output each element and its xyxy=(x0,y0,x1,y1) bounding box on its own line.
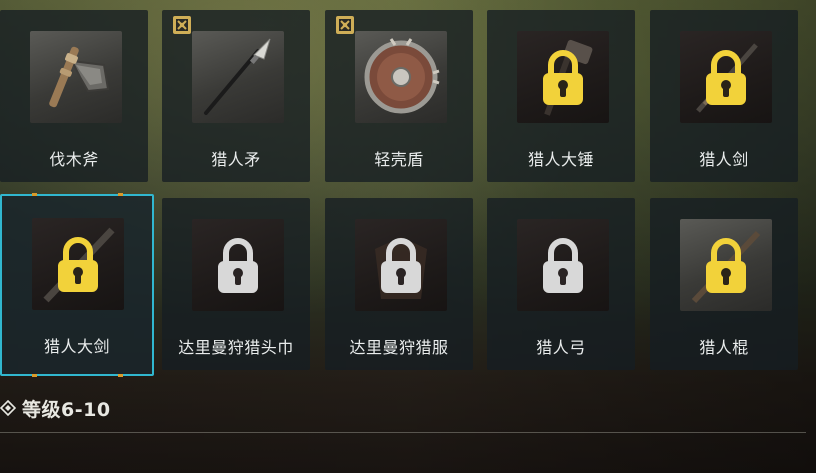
item-name: 猎人棍 xyxy=(699,338,749,357)
item-name: 达里曼狩猎头巾 xyxy=(178,338,294,357)
item-card-hunter-staff[interactable]: 猎人棍 xyxy=(650,198,798,370)
item-tile xyxy=(192,219,284,311)
item-card-hunter-sword[interactable]: 猎人剑 xyxy=(650,10,798,182)
item-tile xyxy=(517,219,609,311)
lock-icon xyxy=(381,238,421,293)
book-icon xyxy=(173,16,191,34)
item-tile xyxy=(192,31,284,123)
diamond-icon xyxy=(0,400,16,416)
item-name: 猎人大剑 xyxy=(43,337,110,356)
item-tile xyxy=(355,219,447,311)
lock-icon xyxy=(706,238,746,293)
item-card-dariman-headscarf[interactable]: 达里曼狩猎头巾 xyxy=(162,198,310,370)
lock-icon xyxy=(218,238,258,293)
item-name: 达里曼狩猎服 xyxy=(349,338,449,357)
item-tile xyxy=(355,31,447,123)
item-name: 猎人弓 xyxy=(536,338,586,357)
corner-marker xyxy=(118,193,123,196)
lock-icon xyxy=(706,50,746,105)
corner-marker xyxy=(118,374,123,377)
shield-icon xyxy=(364,38,440,114)
corner-marker xyxy=(32,193,37,196)
item-tile xyxy=(680,219,772,311)
item-card-felling-axe[interactable]: 伐木斧 xyxy=(0,10,148,182)
item-name: 伐木斧 xyxy=(49,150,99,169)
item-tile xyxy=(32,218,124,310)
item-card-dariman-hunting-clothes[interactable]: 达里曼狩猎服 xyxy=(325,198,473,370)
item-tile xyxy=(30,31,122,123)
lock-icon xyxy=(543,50,583,105)
lock-icon xyxy=(58,237,98,292)
item-card-light-shield[interactable]: 轻壳盾 xyxy=(325,10,473,182)
book-icon xyxy=(336,16,354,34)
spear-icon xyxy=(204,38,271,115)
item-card-hunter-greatsword[interactable]: 猎人大剑 xyxy=(0,193,154,377)
item-name: 轻壳盾 xyxy=(374,150,424,169)
item-name: 猎人剑 xyxy=(699,150,749,169)
item-tile xyxy=(680,31,772,123)
section-title: 等级6-10 xyxy=(22,398,111,421)
lock-icon xyxy=(543,238,583,293)
divider xyxy=(0,432,806,433)
item-card-hunter-spear[interactable]: 猎人矛 xyxy=(162,10,310,182)
item-name: 猎人矛 xyxy=(211,150,261,169)
item-tile xyxy=(517,31,609,123)
item-name: 猎人大锤 xyxy=(527,150,594,169)
section-header[interactable]: 等级6-10 xyxy=(0,393,111,423)
axe-icon xyxy=(49,46,110,108)
item-card-hunter-hammer[interactable]: 猎人大锤 xyxy=(487,10,635,182)
item-card-hunter-bow[interactable]: 猎人弓 xyxy=(487,198,635,370)
corner-marker xyxy=(32,374,37,377)
